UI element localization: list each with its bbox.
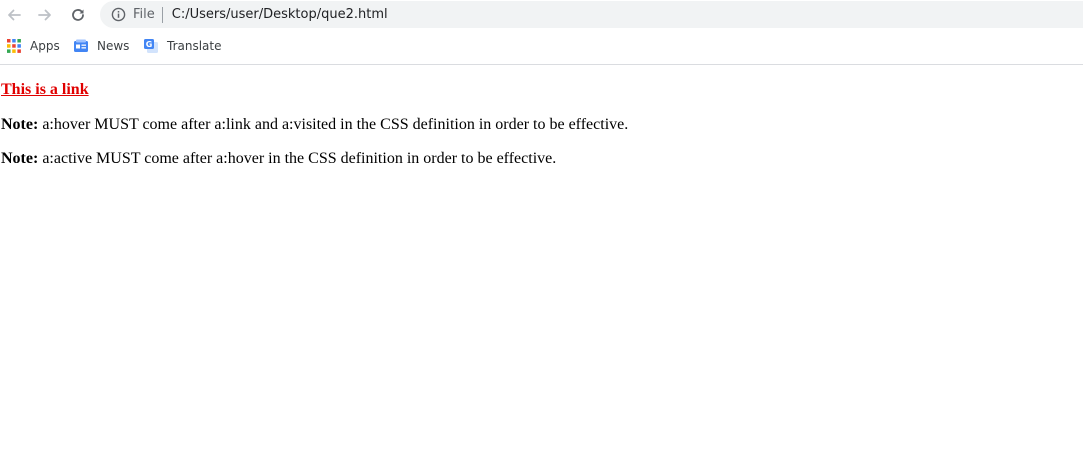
site-info-icon[interactable]: [110, 7, 126, 23]
omnibox-divider: [161, 6, 163, 23]
note-text: a:hover MUST come after a:link and a:vis…: [38, 116, 629, 133]
note-text: a:active MUST come after a:hover in the …: [38, 150, 557, 167]
page-content: This is a link Note: a:hover MUST come a…: [0, 65, 1083, 460]
example-link[interactable]: This is a link: [1, 81, 89, 99]
bookmark-apps-label: Apps: [30, 39, 60, 53]
back-arrow-icon: [6, 7, 22, 23]
forward-arrow-icon: [37, 7, 53, 23]
note-label: Note:: [1, 116, 39, 133]
back-button[interactable]: [3, 4, 25, 26]
bookmark-translate[interactable]: G Translate: [143, 37, 222, 55]
reload-icon: [70, 7, 86, 23]
address-bar[interactable]: File C:/Users/user/Desktop/que2.html: [100, 1, 1083, 28]
bookmark-apps[interactable]: Apps: [6, 37, 60, 55]
note-label: Note:: [1, 150, 39, 167]
apps-grid-icon: [6, 38, 22, 54]
svg-text:G: G: [146, 40, 153, 49]
note-active: Note: a:active MUST come after a:hover i…: [1, 150, 556, 168]
url-text[interactable]: C:/Users/user/Desktop/que2.html: [172, 7, 388, 22]
translate-icon: G: [143, 38, 159, 54]
browser-toolbar: File C:/Users/user/Desktop/que2.html: [0, 0, 1083, 30]
forward-button[interactable]: [34, 4, 56, 26]
note-hover: Note: a:hover MUST come after a:link and…: [1, 116, 628, 134]
scheme-label: File: [133, 7, 155, 22]
bookmark-news-label: News: [97, 39, 130, 53]
bookmark-news[interactable]: News: [73, 37, 129, 55]
bookmarks-bar: Apps News G Translate: [0, 30, 1083, 65]
bookmark-translate-label: Translate: [167, 39, 222, 53]
reload-button[interactable]: [67, 4, 89, 26]
news-icon: [73, 38, 89, 54]
